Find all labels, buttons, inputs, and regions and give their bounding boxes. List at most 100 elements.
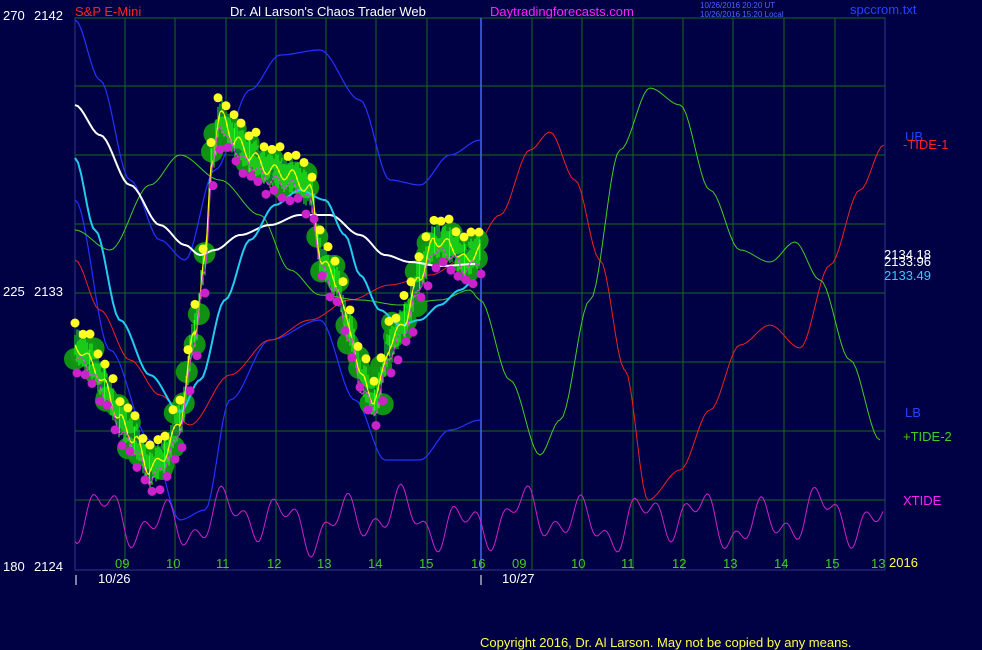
hour-label-13: 14 <box>774 556 788 571</box>
low-dot <box>309 214 319 224</box>
high-dot <box>198 244 208 254</box>
low-dot <box>215 144 225 154</box>
high-dot <box>183 345 193 355</box>
high-dot <box>421 232 431 242</box>
low-dot <box>87 378 97 388</box>
low-dot <box>72 368 82 378</box>
low-dot <box>423 281 433 291</box>
high-dot <box>108 374 118 384</box>
low-dot <box>431 263 441 273</box>
high-dot <box>353 341 363 351</box>
low-dot <box>340 326 350 336</box>
high-dot <box>391 313 401 323</box>
low-dot <box>408 327 418 337</box>
low-dot <box>277 193 287 203</box>
low-dot <box>317 271 327 281</box>
high-dot <box>259 142 269 152</box>
hour-label-9: 10 <box>571 556 585 571</box>
high-dot <box>323 242 333 252</box>
high-dot <box>307 172 317 182</box>
high-dot <box>115 397 125 407</box>
hour-label-11: 12 <box>672 556 686 571</box>
site-link[interactable]: Daytradingforecasts.com <box>490 4 634 19</box>
hour-label-15: 13 <box>871 556 885 571</box>
hour-label-0: 09 <box>115 556 129 571</box>
low-dot <box>468 279 478 289</box>
high-dot <box>444 214 454 224</box>
high-dot <box>283 151 293 161</box>
high-dot <box>213 93 223 103</box>
high-dot <box>376 353 386 363</box>
label-tide2: +TIDE-2 <box>903 429 952 444</box>
low-dot <box>438 257 448 267</box>
low-dot <box>208 181 218 191</box>
low-dot <box>147 486 157 496</box>
high-dot <box>299 157 309 167</box>
hour-label-7: 16 <box>471 556 485 571</box>
low-dot <box>347 352 357 362</box>
low-dot <box>102 400 112 410</box>
hour-label-12: 13 <box>723 556 737 571</box>
price-label-yellow: 2133.96 <box>884 254 931 269</box>
high-dot <box>251 127 261 137</box>
low-dot <box>185 386 195 396</box>
high-dot <box>436 216 446 226</box>
high-dot <box>145 440 155 450</box>
date-label-1: 10/26 <box>98 571 131 586</box>
low-dot <box>285 196 295 206</box>
hour-label-3: 12 <box>267 556 281 571</box>
low-dot <box>371 421 381 431</box>
axis-top-osc: 270 <box>3 8 25 23</box>
high-dot <box>190 299 200 309</box>
axis-bottom-osc: 180 <box>3 559 25 574</box>
high-dot <box>291 150 301 160</box>
low-dot <box>363 405 373 415</box>
high-dot <box>123 403 133 413</box>
high-dot <box>160 431 170 441</box>
high-dot <box>361 354 371 364</box>
low-dot <box>476 269 486 279</box>
low-dot <box>261 189 271 199</box>
timestamp-local: 10/26/2016 15:20 Local <box>700 10 784 19</box>
low-dot <box>446 265 456 275</box>
low-dot <box>253 177 263 187</box>
year-label: 2016 <box>889 555 918 570</box>
high-dot <box>236 118 246 128</box>
high-dot <box>451 227 461 237</box>
hour-label-1: 10 <box>166 556 180 571</box>
hour-label-10: 11 <box>621 556 635 571</box>
high-dot <box>466 227 476 237</box>
low-dot <box>386 368 396 378</box>
low-dot <box>293 193 303 203</box>
high-dot <box>175 395 185 405</box>
high-dot <box>93 349 103 359</box>
low-dot <box>192 351 202 361</box>
low-dot <box>155 485 165 495</box>
high-dot <box>369 376 379 386</box>
high-dot <box>330 256 340 266</box>
low-dot <box>401 336 411 346</box>
low-dot <box>200 288 210 298</box>
low-dot <box>162 471 172 481</box>
high-dot <box>100 359 110 369</box>
low-dot <box>125 446 135 456</box>
low-dot <box>238 168 248 178</box>
low-dot <box>132 462 142 472</box>
chart-canvas: S&P E-Mini Dr. Al Larson's Chaos Trader … <box>0 0 982 650</box>
low-dot <box>355 382 365 392</box>
axis-mid-price: 2133 <box>34 284 63 299</box>
high-dot <box>345 305 355 315</box>
low-dot <box>177 442 187 452</box>
low-dot <box>301 209 311 219</box>
high-dot <box>85 329 95 339</box>
low-dot <box>378 396 388 406</box>
high-dot <box>414 252 424 262</box>
axis-bottom-price: 2124 <box>34 559 63 574</box>
label-lb: LB <box>905 405 921 420</box>
high-dot <box>399 290 409 300</box>
low-dot <box>117 441 127 451</box>
high-dot <box>474 227 484 237</box>
low-dot <box>140 475 150 485</box>
low-dot <box>453 271 463 281</box>
low-dot <box>223 142 233 152</box>
